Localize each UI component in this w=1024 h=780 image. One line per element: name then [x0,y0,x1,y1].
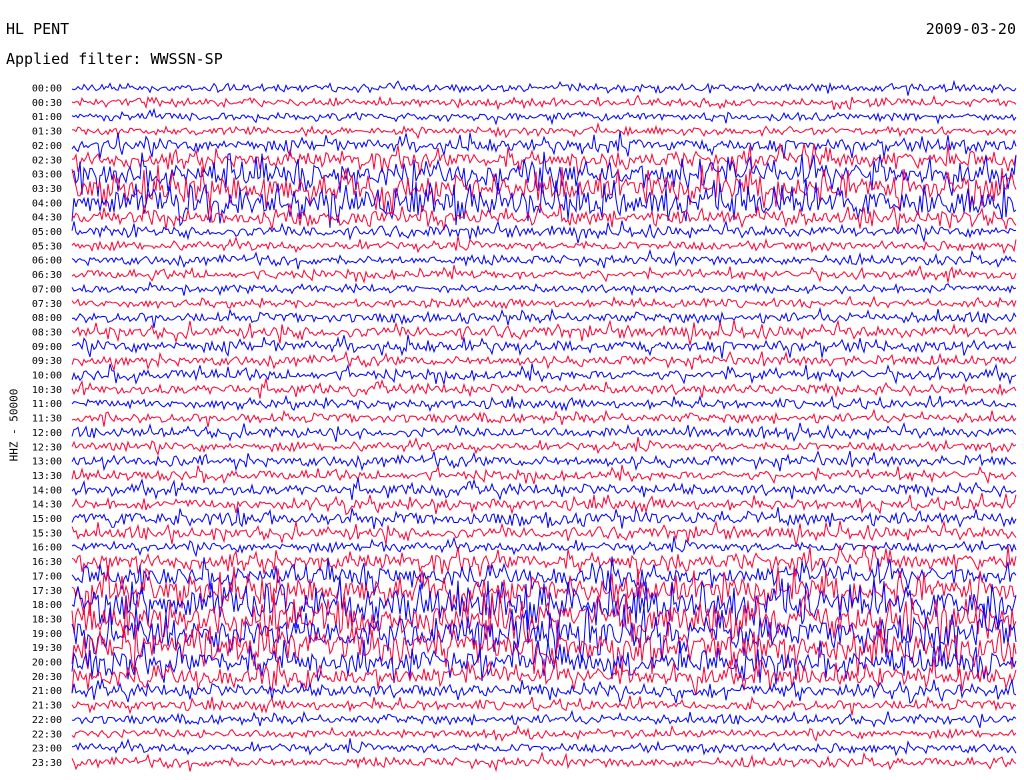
row-time-label: 18:00 [32,600,62,611]
row-time-label: 03:30 [32,184,62,195]
seismic-trace-row [71,678,1017,704]
row-time-label: 21:00 [32,686,62,697]
seismic-trace-row [71,408,1017,428]
row-time-label: 17:30 [32,586,62,597]
seismic-trace-row [71,236,1017,255]
row-time-label: 07:30 [32,299,62,310]
row-time-label: 04:00 [32,198,62,209]
seismic-trace-row [71,164,1017,215]
row-time-label: 08:30 [32,327,62,338]
seismic-trace-row [71,306,1017,328]
seismic-trace-row [71,544,1017,578]
seismic-trace-row [71,724,1017,742]
row-time-label: 15:30 [32,528,62,539]
seismic-trace-row [71,79,1017,96]
seismic-trace-row [71,695,1017,716]
row-time-label: 19:30 [32,643,62,654]
row-time-label: 09:00 [32,342,62,353]
seismic-trace-row [71,394,1017,412]
row-time-label: 22:30 [32,729,62,740]
row-time-label: 16:00 [32,543,62,554]
row-time-label: 03:00 [32,170,62,181]
seismic-trace-row [71,94,1017,111]
seismic-trace-row [71,738,1017,757]
row-time-label: 13:30 [32,471,62,482]
seismic-trace-row [71,378,1017,399]
row-time-label: 14:00 [32,485,62,496]
row-time-label: 22:00 [32,715,62,726]
seismic-trace-row [71,506,1017,530]
seismic-trace-row [71,477,1017,501]
seismic-trace-row [71,576,1017,630]
seismic-trace-row [71,264,1017,284]
row-time-label: 17:00 [32,571,62,582]
row-time-label: 09:30 [32,356,62,367]
seismic-trace-row [71,295,1017,310]
row-time-label: 23:00 [32,744,62,755]
seismic-trace-row [71,319,1017,346]
seismic-trace-row [71,334,1017,359]
row-time-label: 13:00 [32,457,62,468]
seismic-trace-row [71,280,1017,297]
row-time-label: 16:30 [32,557,62,568]
row-time-label: 08:00 [32,313,62,324]
row-time-label: 12:30 [32,442,62,453]
seismic-trace-row [71,350,1017,372]
seismic-trace-row [71,619,1017,677]
row-time-label: 10:30 [32,385,62,396]
row-time-label: 23:30 [32,758,62,769]
seismic-trace-row [71,248,1017,270]
row-time-label: 12:00 [32,428,62,439]
row-time-label: 06:30 [32,270,62,281]
row-time-label: 15:00 [32,514,62,525]
seismic-trace-row [71,421,1017,443]
row-time-label: 00:30 [32,98,62,109]
row-time-label: 20:00 [32,658,62,669]
row-time-label: 11:00 [32,399,62,410]
row-time-label: 02:00 [32,141,62,152]
row-time-label: 02:30 [32,155,62,166]
seismic-trace-row [71,492,1017,516]
row-time-label: 18:30 [32,614,62,625]
row-time-label: 04:30 [32,213,62,224]
seismic-trace-row [71,201,1017,233]
row-time-label: 10:00 [32,371,62,382]
seismic-trace-row [71,363,1017,386]
row-time-label: 05:00 [32,227,62,238]
row-time-label: 01:30 [32,127,62,138]
row-time-label: 07:00 [32,284,62,295]
seismic-trace-row [71,709,1017,728]
row-time-label: 00:00 [32,84,62,95]
row-time-label: 21:30 [32,701,62,712]
row-time-label: 19:00 [32,629,62,640]
seismic-trace-row [71,219,1017,244]
seismic-trace-row [71,450,1017,472]
row-time-label: 20:30 [32,672,62,683]
seismic-trace-row [71,751,1017,773]
row-time-label: 01:00 [32,112,62,123]
row-time-label: 05:30 [32,241,62,252]
row-time-label: 06:00 [32,256,62,267]
row-time-label: 11:30 [32,414,62,425]
seismic-trace-row [71,436,1017,456]
helicorder-plot: 00:00 00:30 01:00 01:30 02:00 02:30 03:00 03:30… [32,79,1017,773]
row-time-label: 14:30 [32,500,62,511]
seismic-trace-row [71,464,1017,485]
seismic-trace-row [71,107,1017,126]
